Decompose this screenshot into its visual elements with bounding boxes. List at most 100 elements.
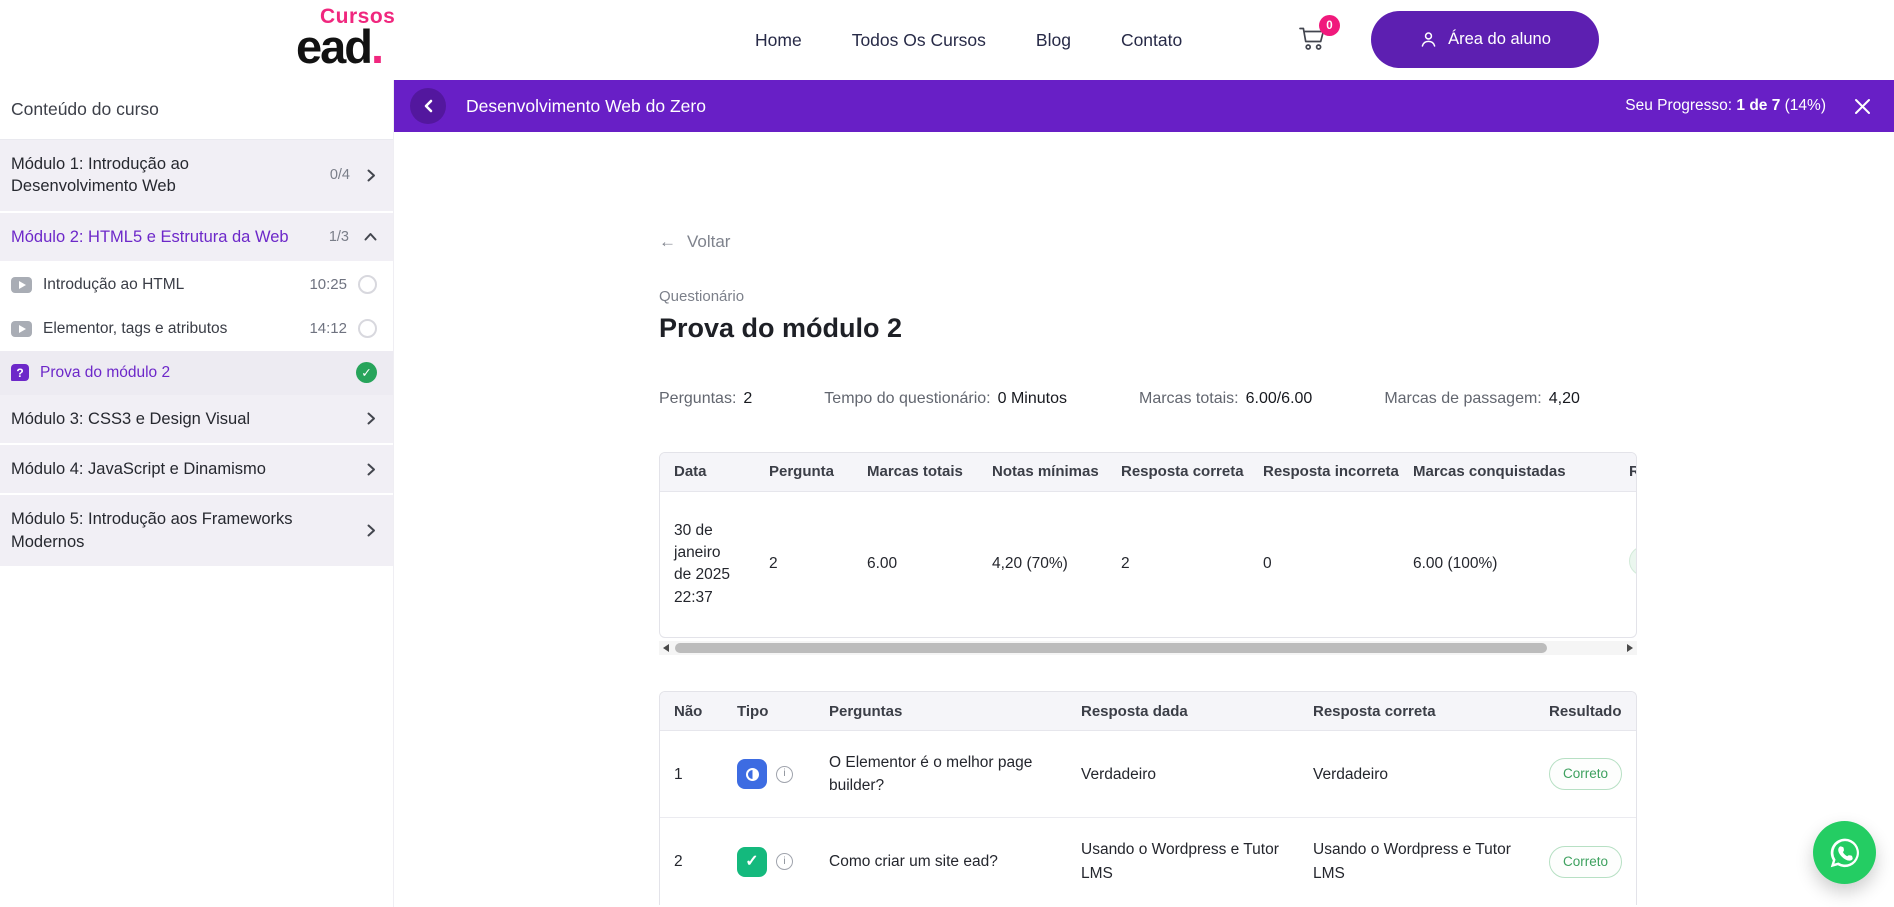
question-text: Como criar um site ead? [815,818,1067,905]
col-marcas-conquistadas: Marcas conquistadas [1399,453,1615,491]
quiz-results-panel: ← Voltar Questionário Prova do módulo 2 … [395,132,1894,907]
question-type-cell: ✓ i [723,818,815,905]
chevron-right-icon [365,463,377,476]
course-progress: Seu Progresso: 1 de 7 (14%) [1625,97,1826,115]
col-data: Data [660,453,755,491]
person-icon [1419,30,1438,49]
course-content-sidebar: Conteúdo do curso Módulo 1: Introdução a… [0,80,394,907]
question-number: 1 [660,730,723,818]
lesson-duration: 10:25 [309,276,347,293]
question-number: 2 [660,818,723,905]
info-icon[interactable]: i [776,766,793,783]
stat-marcas-totais: Marcas totais:6.00/6.00 [1139,390,1312,408]
nav-item-todos-os-cursos[interactable]: Todos Os Cursos [852,30,986,51]
col-resultado2: Resultado [1535,692,1637,730]
main-nav: Home Todos Os Cursos Blog Contato [755,0,1182,80]
questions-table: Não Tipo Perguntas Resposta dada Respost… [660,692,1637,905]
col-tipo: Tipo [723,692,815,730]
stat-marcas-passagem: Marcas de passagem:4,20 [1384,390,1580,408]
chevron-right-icon [365,412,377,425]
logo-dot: . [371,20,382,73]
lesson-duration: 14:12 [309,320,347,337]
attempts-header-row: Data Pergunta Marcas totais Notas mínima… [660,453,1637,491]
scrollbar-left-arrow[interactable] [663,644,669,652]
lesson-label: Introdução ao HTML [43,276,309,294]
question-row-1: 1 i O Elementor é o melhor page builder?… [660,730,1637,818]
module-label: Módulo 1: Introdução ao Desenvolvimento … [11,153,330,198]
scrollbar-right-arrow[interactable] [1627,644,1633,652]
lesson-incomplete-circle-icon [358,319,377,338]
nav-item-contato[interactable]: Contato [1121,30,1182,51]
sidebar-module-5[interactable]: Módulo 5: Introdução aos Frameworks Mode… [0,495,393,568]
logo-text-main: ead. [296,20,382,73]
true-false-icon [737,759,767,789]
top-navbar: Cursos ead. Home Todos Os Cursos Blog Co… [0,0,1894,80]
question-type-cell: i [723,730,815,818]
sidebar-lesson-prova-do-modulo-2[interactable]: ? Prova do módulo 2 ✓ [0,351,393,395]
sidebar-title: Conteúdo do curso [0,80,393,140]
questions-header-row: Não Tipo Perguntas Resposta dada Respost… [660,692,1637,730]
sidebar-module-1[interactable]: Módulo 1: Introdução ao Desenvolvimento … [0,140,393,213]
progress-value: 1 de 7 [1736,97,1780,114]
col-resposta-correta: Resposta correta [1107,453,1249,491]
attempt-earned-marks: 6.00 (100%) [1399,491,1615,637]
attempts-table-container: Data Pergunta Marcas totais Notas mínima… [659,452,1637,638]
play-icon [11,321,32,337]
sidebar-module-4[interactable]: Módulo 4: JavaScript e Dinamismo [0,445,393,495]
student-area-button[interactable]: Área do aluno [1371,11,1599,68]
attempt-correct: 2 [1107,491,1249,637]
chevron-up-icon [364,231,377,243]
nav-item-blog[interactable]: Blog [1036,30,1071,51]
close-course-button[interactable] [1852,96,1872,116]
col-perguntas: Perguntas [815,692,1067,730]
module-label: Módulo 3: CSS3 e Design Visual [11,408,365,430]
voltar-back-link[interactable]: ← Voltar [659,232,730,252]
col-nao: Não [660,692,723,730]
site-logo[interactable]: Cursos ead. [296,6,395,68]
module-label: Módulo 4: JavaScript e Dinamismo [11,458,365,480]
attempt-question-count: 2 [755,491,853,637]
nav-item-home[interactable]: Home [755,30,802,51]
sidebar-module-2[interactable]: Módulo 2: HTML5 e Estrutura da Web 1/3 [0,213,393,263]
correct-answer: Verdadeiro [1299,730,1535,818]
sidebar-lesson-elementor-tags-atributos[interactable]: Elementor, tags e atributos 14:12 [0,307,393,351]
result-cell: Correto [1535,818,1637,905]
given-answer: Usando o Wordpress e Tutor LMS [1067,818,1299,905]
correct-answer: Usando o Wordpress e Tutor LMS [1299,818,1535,905]
attempt-row: 30 de janeiro de 2025 22:37 2 6.00 4,20 … [660,491,1637,637]
checkbox-icon: ✓ [737,847,767,877]
chevron-right-icon [365,524,377,537]
col-notas-minimas: Notas mínimas [978,453,1107,491]
result-badge [1629,546,1637,576]
col-resultado: Resultado [1615,453,1637,491]
cart-count-badge: 0 [1319,15,1340,36]
attempt-pass-marks: 4,20 (70%) [978,491,1107,637]
cart-button[interactable]: 0 [1296,22,1334,60]
course-topbar: Desenvolvimento Web do Zero Seu Progress… [394,80,1894,132]
course-back-button[interactable] [410,88,446,124]
horizontal-scrollbar[interactable] [659,641,1637,655]
col-resposta-dada: Resposta dada [1067,692,1299,730]
scrollbar-thumb[interactable] [675,643,1547,653]
play-icon [11,277,32,293]
sidebar-lesson-introducao-ao-html[interactable]: Introdução ao HTML 10:25 [0,263,393,307]
sidebar-module-3[interactable]: Módulo 3: CSS3 e Design Visual [0,395,393,445]
correct-badge: Correto [1549,758,1622,790]
whatsapp-float-button[interactable] [1813,821,1876,884]
col-marcas-totais: Marcas totais [853,453,978,491]
info-icon[interactable]: i [776,853,793,870]
quiz-title: Prova do módulo 2 [659,313,1637,344]
content-type-label: Questionário [659,288,1637,305]
attempt-result-cell [1615,491,1637,637]
attempt-incorrect: 0 [1249,491,1399,637]
close-icon [1854,98,1871,115]
col-pergunta: Pergunta [755,453,853,491]
stat-tempo: Tempo do questionário:0 Minutos [824,390,1067,408]
chevron-right-icon [365,169,377,182]
attempts-table: Data Pergunta Marcas totais Notas mínima… [660,453,1637,637]
course-title: Desenvolvimento Web do Zero [466,96,706,117]
question-row-2: 2 ✓ i Como criar um site ead? Usando o W… [660,818,1637,905]
whatsapp-icon [1827,835,1863,871]
lesson-completed-check-icon: ✓ [356,362,377,383]
lesson-label: Elementor, tags e atributos [43,320,309,338]
